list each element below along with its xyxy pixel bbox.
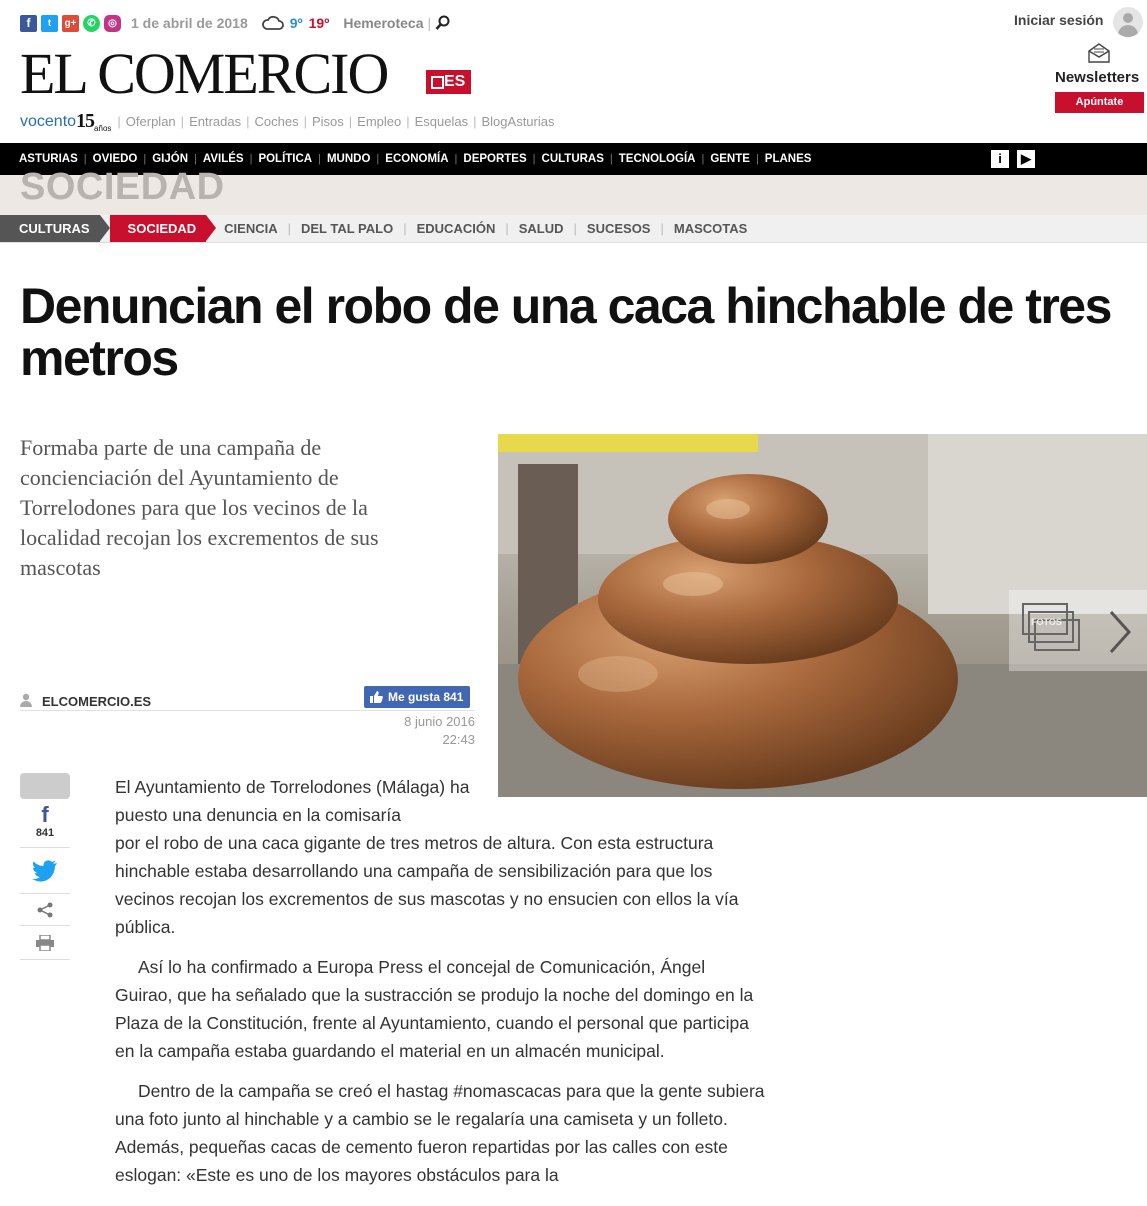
- section-subnav: CULTURAS SOCIEDAD CIENCIA | DEL TAL PALO |…: [0, 215, 1147, 243]
- nav-item[interactable]: CULTURAS: [536, 143, 610, 175]
- cloud-icon: [261, 15, 284, 30]
- newsletters-label[interactable]: Newsletters: [1055, 69, 1139, 86]
- nav-item[interactable]: PLANES: [759, 143, 818, 175]
- facebook-icon: f: [41, 802, 49, 827]
- group-link[interactable]: Coches: [250, 114, 304, 129]
- subnav-current-tab[interactable]: SOCIEDAD: [109, 215, 216, 242]
- vocento-anniversary-years: años: [94, 124, 112, 133]
- like-count: Me gusta 841: [388, 690, 464, 704]
- publish-date: 8 junio 2016 22:43: [380, 713, 475, 749]
- weather[interactable]: 9º 19º: [261, 15, 330, 31]
- subnav-item[interactable]: SUCESOS: [577, 221, 661, 236]
- newsletter-signup-button[interactable]: Apúntate: [1055, 92, 1144, 113]
- hemeroteca-link[interactable]: Hemeroteca: [343, 15, 423, 31]
- vocento-anniversary: 15: [76, 110, 95, 132]
- subnav-item[interactable]: EDUCACIÓN: [407, 221, 506, 236]
- group-link[interactable]: Oferplan: [121, 114, 181, 129]
- publish-day: 8 junio 2016: [404, 714, 475, 729]
- subnav-item[interactable]: MASCOTAS: [664, 221, 757, 236]
- group-link[interactable]: Empleo: [352, 114, 406, 129]
- twitter-icon[interactable]: t: [41, 14, 58, 32]
- print-button[interactable]: [20, 927, 70, 960]
- group-link[interactable]: Esquelas: [410, 114, 473, 129]
- logo-es-mark: [431, 76, 444, 89]
- subnav-parent-tab[interactable]: CULTURAS: [0, 215, 110, 242]
- subnav-item[interactable]: CIENCIA: [206, 221, 287, 236]
- video-icon[interactable]: ▶: [1017, 150, 1035, 168]
- article-body: El Ayuntamiento de Torrelodones (Málaga)…: [115, 773, 765, 1201]
- nav-icons: i ▶: [991, 150, 1035, 168]
- nav-item[interactable]: DEPORTES: [457, 143, 532, 175]
- nav-item[interactable]: TECNOLOGÍA: [613, 143, 702, 175]
- section-title: SOCIEDAD: [20, 166, 225, 208]
- search-icon[interactable]: [435, 15, 451, 31]
- subnav-item[interactable]: DEL TAL PALO: [291, 221, 403, 236]
- group-link[interactable]: Entradas: [184, 114, 246, 129]
- twitter-share[interactable]: [20, 849, 70, 894]
- facebook-share[interactable]: f 841: [20, 803, 70, 848]
- site-logo[interactable]: EL COMERCIO: [20, 42, 389, 106]
- nav-item[interactable]: ECONOMÍA: [379, 143, 454, 175]
- publish-time: 22:43: [442, 732, 475, 747]
- user-icon: [20, 693, 32, 707]
- share-button[interactable]: [20, 895, 70, 926]
- nav-item[interactable]: GENTE: [704, 143, 756, 175]
- login-link[interactable]: Iniciar sesión: [1014, 12, 1103, 28]
- share-count-bubble: [20, 773, 70, 799]
- facebook-icon[interactable]: f: [20, 14, 37, 32]
- author-name[interactable]: ELCOMERCIO.ES: [42, 694, 151, 709]
- article-headline: Denuncian el robo de una caca hinchable …: [20, 278, 1112, 386]
- twitter-icon: [32, 860, 57, 882]
- article-paragraph-start: El Ayuntamiento de Torrelodones (Málaga)…: [115, 777, 470, 825]
- thumbs-up-icon: [370, 691, 383, 703]
- info-icon[interactable]: i: [991, 150, 1009, 168]
- whatsapp-icon[interactable]: ✆: [83, 14, 100, 32]
- google-plus-icon[interactable]: g+: [62, 14, 79, 32]
- current-date: 1 de abril de 2018: [131, 15, 248, 31]
- group-link[interactable]: BlogAsturias: [477, 114, 560, 129]
- subnav-item[interactable]: SALUD: [509, 221, 574, 236]
- nav-item[interactable]: POLÍTICA: [252, 143, 318, 175]
- instagram-icon[interactable]: ◎: [104, 14, 121, 32]
- article-paragraph: Dentro de la campaña se creó el hastag #…: [115, 1081, 765, 1185]
- divider: |: [427, 15, 432, 31]
- group-links: vocento 15 años | Oferplan | Entradas | Co…: [20, 110, 559, 133]
- article-paragraph: Así lo ha confirmado a Europa Press el c…: [115, 957, 754, 1061]
- facebook-share-count: 841: [35, 827, 55, 839]
- photo-gallery-button[interactable]: [1009, 590, 1147, 671]
- article-subtitle: Formaba parte de una campaña de concienc…: [20, 435, 379, 580]
- gallery-icon: [1022, 603, 1132, 654]
- article-paragraph: El Ayuntamiento de Torrelodones (Málaga)…: [115, 773, 765, 941]
- print-icon: [36, 935, 54, 951]
- share-icon: [37, 902, 53, 918]
- temp-min: 9º: [289, 15, 303, 31]
- envelope-icon[interactable]: [1088, 43, 1110, 63]
- top-bar: f t g+ ✆ ◎ 1 de abril de 2018 9º 19º Hem…: [20, 12, 451, 34]
- vocento-logo[interactable]: vocento: [20, 113, 76, 131]
- nav-item[interactable]: MUNDO: [321, 143, 376, 175]
- gallery-label: FOTOS: [1031, 617, 1062, 627]
- temp-max: 19º: [308, 15, 330, 31]
- user-avatar-icon[interactable]: [1113, 7, 1143, 37]
- facebook-like-button[interactable]: Me gusta 841: [364, 686, 471, 708]
- article-paragraph-rest: por el robo de una caca gigante de tres …: [115, 833, 739, 937]
- group-link[interactable]: Pisos: [307, 114, 349, 129]
